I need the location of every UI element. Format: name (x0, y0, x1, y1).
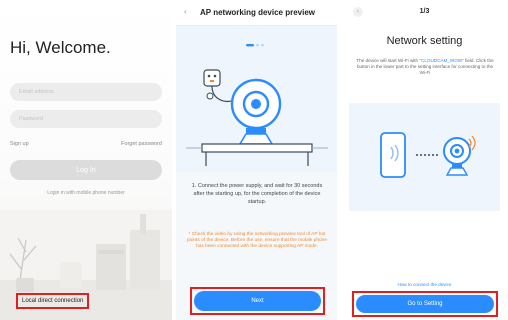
mobile-login-link[interactable]: Login in with mobile phone number (0, 190, 172, 196)
header-bar: ‹ AP networking device preview (176, 0, 337, 26)
local-direct-connection-link[interactable]: Local direct connection (16, 293, 90, 309)
next-button-highlight: Next (190, 287, 325, 315)
screenshot-root: Hi, Welcome. Sign up Forget password Log… (0, 0, 508, 320)
go-to-setting-highlight: Go to Setting (352, 291, 498, 317)
login-button[interactable]: Log In (10, 160, 162, 180)
step-pager: 1/3 (419, 8, 430, 15)
go-to-setting-button[interactable]: Go to Setting (356, 295, 494, 313)
wifi-name-highlight: "CLOUDCAM_WOW" (419, 58, 464, 63)
network-setting-screen: ‹ 1/3 Network setting The device will st… (341, 0, 508, 320)
warning-note: * Check the video by using the networkin… (186, 232, 327, 249)
how-to-connect-link[interactable]: How to connect the device (341, 282, 508, 287)
password-field[interactable] (10, 110, 162, 128)
step-instruction: 1. Connect the power supply, and wait fo… (191, 183, 323, 205)
chevron-left-icon[interactable]: ‹ (184, 7, 187, 16)
email-field[interactable] (10, 83, 162, 101)
phone-to-camera-illustration (349, 103, 500, 211)
welcome-title: Hi, Welcome. (10, 38, 111, 57)
next-button[interactable]: Next (194, 291, 321, 311)
login-screen: Hi, Welcome. Sign up Forget password Log… (0, 0, 172, 320)
desc-prefix: The device will start Wi-Fi with (356, 58, 419, 63)
phone-icon (380, 132, 406, 178)
forgot-password-link[interactable]: Forget password (121, 141, 162, 147)
page-title: Network setting (386, 35, 463, 47)
page-title: AP networking device preview (200, 8, 316, 17)
signup-link[interactable]: Sign up (10, 141, 29, 147)
device-setup-illustration (176, 26, 337, 172)
ap-preview-screen: ‹ AP networking device preview 1. Connec… (176, 0, 337, 320)
network-description: The device will start Wi-Fi with "CLOUDC… (355, 58, 495, 77)
